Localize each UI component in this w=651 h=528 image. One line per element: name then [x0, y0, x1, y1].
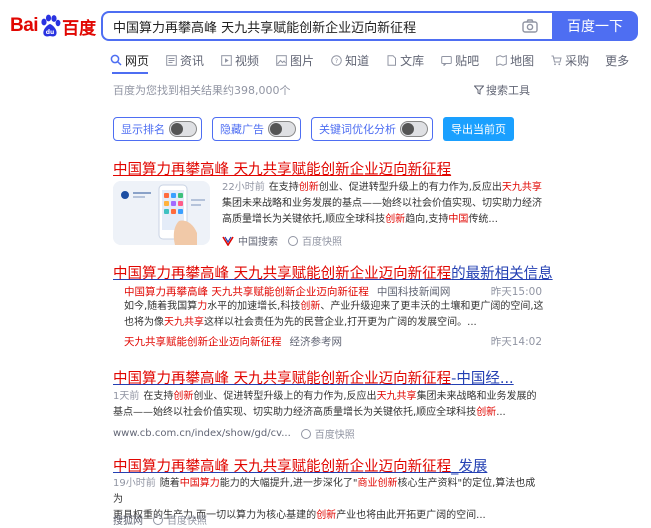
tab-news[interactable]: 资讯: [165, 52, 204, 69]
search-icon: [110, 54, 122, 66]
search-button[interactable]: 百度一下: [552, 11, 638, 41]
image-icon: [275, 54, 287, 66]
active-tab-indicator: [112, 72, 148, 74]
result-4-title[interactable]: 中国算力再攀高峰 天九共享赋能创新企业迈向新征程_发展: [113, 455, 487, 476]
snapshot-link[interactable]: 百度快照: [300, 426, 355, 441]
plugin-toolbar: 显示排名 隐藏广告 关键词优化分析 导出当前页: [113, 117, 514, 141]
result-count: 百度为您找到相关结果约398,000个: [113, 84, 291, 97]
snapshot-icon: [153, 514, 163, 525]
export-page-button[interactable]: 导出当前页: [443, 117, 514, 141]
search-tools-button[interactable]: 搜索工具: [474, 82, 530, 98]
logo-text-bai: Bai: [10, 15, 39, 36]
result-4-source: 搜狐网 百度快照: [113, 512, 207, 527]
snapshot-link[interactable]: 百度快照: [153, 512, 207, 527]
toggle-switch[interactable]: [400, 121, 428, 137]
tab-label: 地图: [510, 53, 535, 68]
toggle-switch[interactable]: [268, 121, 296, 137]
search-input[interactable]: [103, 13, 520, 39]
keyword-analysis-toggle[interactable]: 关键词优化分析: [311, 117, 433, 141]
result-2-title[interactable]: 中国算力再攀高峰 天九共享赋能创新企业迈向新征程的最新相关信息: [113, 262, 553, 283]
cart-icon: [550, 54, 562, 66]
search-tabs: 网页 资讯 视频 图片 ? 知道 文库 贴吧 地图 采购 更多: [110, 51, 645, 69]
hide-ads-toggle[interactable]: 隐藏广告: [212, 117, 301, 141]
tab-label: 资讯: [180, 53, 205, 68]
tab-label: 图片: [290, 53, 315, 68]
result-1-snippet: 22小时前 在支持创新创业、促进转型升级上的有力作为,反应出天九共享 集团未来战略…: [222, 182, 542, 225]
tab-map[interactable]: 地图: [495, 52, 534, 69]
result-1-source: 中国搜索 百度快照: [222, 233, 342, 248]
news-item-2[interactable]: 天九共享赋能创新企业迈向新征程 经济参考网 昨天14:02: [124, 334, 542, 349]
filter-icon: [474, 85, 484, 95]
china-search-icon: [222, 236, 234, 246]
tab-label: 贴吧: [455, 53, 480, 68]
result-url[interactable]: www.cb.com.cn/index/show/gd/cv...: [113, 428, 291, 439]
snapshot-icon: [300, 428, 311, 439]
tab-label: 知道: [345, 53, 370, 68]
tab-video[interactable]: 视频: [220, 52, 259, 69]
tab-label: 采购: [565, 53, 590, 68]
svg-text:?: ?: [334, 57, 337, 65]
source-name[interactable]: 搜狐网: [113, 512, 143, 527]
result-3-source: www.cb.com.cn/index/show/gd/cv... 百度快照: [113, 426, 355, 441]
tab-label: 网页: [125, 53, 150, 68]
result-2-snippet: 如今,随着我国算力水平的加速增长,科技创新、产业升级迎来了更丰沃的土壤和更广阔的…: [124, 301, 544, 328]
result-1-title[interactable]: 中国算力再攀高峰 天九共享赋能创新企业迈向新征程: [113, 158, 451, 179]
tab-label: 文库: [400, 53, 425, 68]
news-item-1[interactable]: 中国算力再攀高峰 天九共享赋能创新企业迈向新征程 中国科技新闻网 昨天15:00: [124, 284, 542, 299]
snapshot-icon: [288, 235, 298, 246]
show-rank-toggle[interactable]: 显示排名: [113, 117, 202, 141]
toggle-switch[interactable]: [169, 121, 197, 137]
logo-text-du: 百度: [62, 18, 97, 39]
result-3-title[interactable]: 中国算力再攀高峰 天九共享赋能创新企业迈向新征程-中国经...: [113, 367, 514, 388]
search-box: [101, 11, 552, 41]
keyword-analysis-label: 关键词优化分析: [319, 123, 396, 136]
hide-ads-label: 隐藏广告: [220, 123, 264, 136]
tab-image[interactable]: 图片: [275, 52, 314, 69]
result-thumbnail[interactable]: [113, 181, 210, 245]
source-name[interactable]: 中国搜索: [238, 233, 278, 248]
show-rank-label: 显示排名: [121, 123, 165, 136]
result-3-snippet: 1天前 在支持创新创业、促进转型升级上的有力作为,反应出天九共享集团未来战略和业务…: [113, 391, 537, 418]
tab-wenku[interactable]: 文库: [385, 52, 424, 69]
tab-tieba[interactable]: 贴吧: [440, 52, 479, 69]
zhidao-icon: ?: [330, 54, 342, 66]
tab-cart[interactable]: 采购: [550, 52, 589, 69]
tieba-icon: [440, 54, 452, 66]
baidu-logo[interactable]: Bai du 百度: [10, 10, 96, 42]
map-icon: [495, 54, 507, 66]
news-icon: [165, 54, 177, 66]
snapshot-link[interactable]: 百度快照: [288, 233, 342, 248]
tab-more[interactable]: 更多: [605, 52, 629, 69]
tab-zhidao[interactable]: ? 知道: [330, 52, 369, 69]
paw-icon: du: [39, 14, 61, 38]
tab-label: 视频: [235, 53, 260, 68]
search-tools-label: 搜索工具: [486, 84, 530, 97]
video-icon: [220, 54, 232, 66]
tab-web[interactable]: 网页: [110, 52, 149, 69]
tab-label: 更多: [605, 53, 630, 68]
camera-icon[interactable]: [520, 16, 540, 36]
wenku-icon: [385, 54, 397, 66]
svg-text:du: du: [46, 29, 55, 36]
